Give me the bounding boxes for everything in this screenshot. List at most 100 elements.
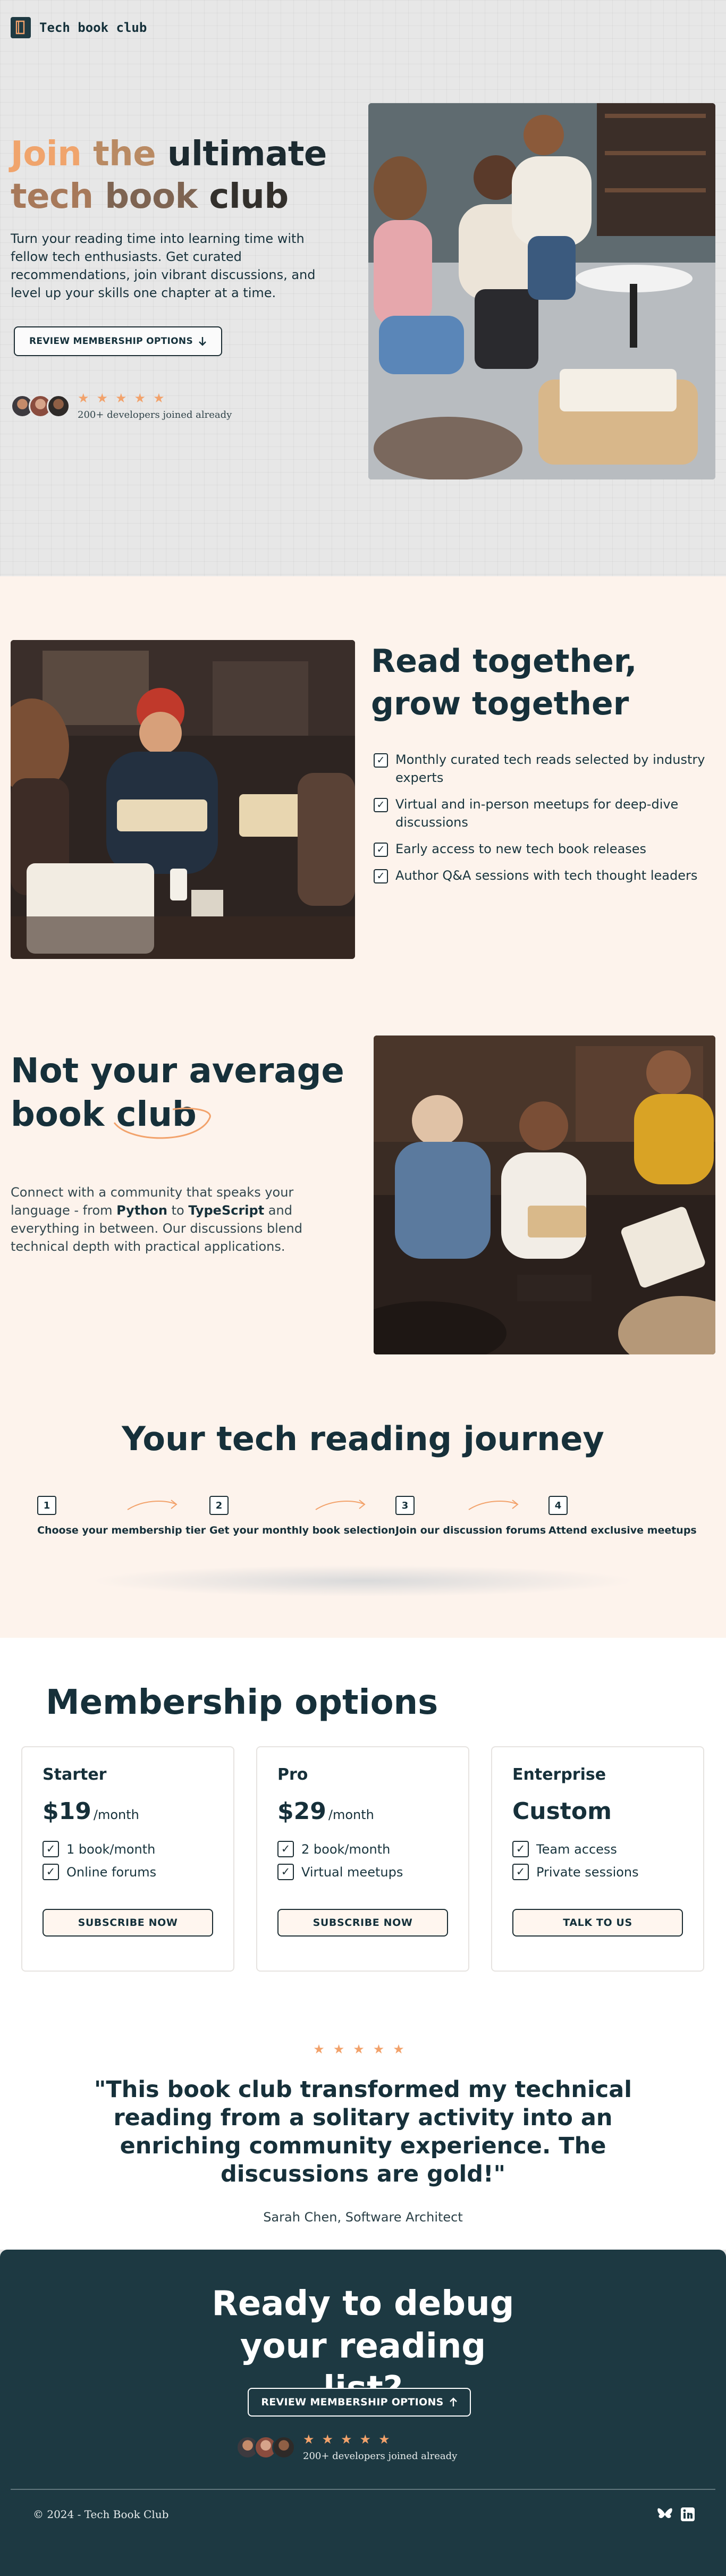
book-club-photo	[11, 640, 355, 959]
hero-photo	[368, 103, 715, 479]
python-label: Python	[116, 1203, 167, 1218]
hero-title-word: tech	[11, 177, 94, 216]
hero-subtitle: Turn your reading time into learning tim…	[11, 231, 316, 300]
arrow-up-icon	[449, 2397, 457, 2406]
check-icon: ✓	[43, 1841, 59, 1857]
typescript-label: TypeScript	[188, 1203, 265, 1218]
avatar-group	[11, 394, 70, 418]
talk-to-us-button[interactable]: TALK TO US	[512, 1909, 683, 1937]
hero-title: Join the ultimate tech book club	[11, 133, 351, 218]
subscribe-pro-button[interactable]: SUBSCRIBE NOW	[277, 1909, 448, 1937]
arrow-down-icon	[199, 337, 206, 346]
rating-stars: ★★★★★	[303, 2432, 398, 2447]
avatar-group	[236, 2435, 296, 2459]
review-membership-button[interactable]: REVIEW MEMBERSHIP OPTIONS	[14, 326, 222, 356]
step-number: 2	[209, 1496, 229, 1515]
review-membership-label: REVIEW MEMBERSHIP OPTIONS	[261, 2396, 444, 2408]
list-item-text: Author Q&A sessions with tech thought le…	[395, 868, 698, 883]
social-links	[657, 2507, 695, 2522]
plan-features: ✓ 2 book/month ✓ Virtual meetups	[277, 1841, 448, 1880]
review-membership-button-footer[interactable]: REVIEW MEMBERSHIP OPTIONS	[248, 2388, 471, 2417]
step-number: 3	[395, 1496, 415, 1515]
plan-features: ✓ 1 book/month ✓ Online forums	[43, 1841, 213, 1880]
list-item-text: Early access to new tech book releases	[395, 841, 647, 856]
plan-card-pro: Pro $29/month ✓ 2 book/month ✓ Virtual mee…	[256, 1746, 469, 1972]
plan-price: $29/month	[277, 1798, 374, 1825]
plan-name: Enterprise	[512, 1765, 606, 1784]
plan-name: Starter	[43, 1765, 107, 1784]
testimonial-quote: "This book club transformed my technical…	[94, 2076, 632, 2187]
community-text: Connect with a community that speaks you…	[11, 1185, 302, 1254]
membership-section: Membership options Starter $19/month ✓ 1 …	[0, 1638, 726, 2250]
review-membership-label: REVIEW MEMBERSHIP OPTIONS	[29, 336, 193, 347]
bluesky-icon[interactable]	[657, 2507, 673, 2522]
avatar	[47, 394, 70, 418]
curved-arrow-icon	[468, 1500, 519, 1510]
membership-title: Membership options	[46, 1683, 438, 1722]
list-item: ✓ Virtual and in-person meetups for deep-…	[374, 795, 708, 831]
check-icon: ✓	[374, 798, 388, 812]
plan-features: ✓ Team access ✓ Private sessions	[512, 1841, 683, 1880]
list-item: ✓ Private sessions	[512, 1864, 683, 1880]
curved-arrow-icon	[315, 1500, 366, 1510]
step-label: Get your monthly book selection	[209, 1525, 395, 1536]
journey-title: Your tech reading journey	[122, 1419, 604, 1458]
not-average-title: Not your average book club	[11, 1049, 351, 1139]
list-item: ✓ Author Q&A sessions with tech thought l…	[374, 866, 708, 885]
club-word: club	[113, 1093, 211, 1139]
step-number: 4	[548, 1496, 568, 1515]
hero-title-word: book	[105, 177, 198, 216]
joined-text: 200+ developers joined already	[78, 409, 232, 420]
check-icon: ✓	[277, 1864, 294, 1880]
social-proof-footer: ★★★★★ 200+ developers joined already	[236, 2432, 457, 2462]
features-title: Read together, grow together	[371, 643, 637, 722]
list-item: ✓ Online forums	[43, 1864, 213, 1880]
avatar	[272, 2435, 296, 2459]
journey-step: 4 Attend exclusive meetups	[548, 1496, 697, 1536]
step-label: Attend exclusive meetups	[548, 1525, 697, 1536]
testimonial: ★★★★★ "This book club transformed my tec…	[0, 2042, 726, 2225]
step-label: Join our discussion forums	[395, 1525, 546, 1536]
list-item: ✓ 2 book/month	[277, 1841, 448, 1857]
cta-section: Ready to debug your reading list? REVIEW…	[0, 2250, 726, 2576]
plan-price: $19/month	[43, 1798, 139, 1825]
subscribe-starter-button[interactable]: SUBSCRIBE NOW	[43, 1909, 213, 1937]
list-item-text: Monthly curated tech reads selected by i…	[395, 752, 705, 785]
hero-section: Tech book club Join the ultimate tech bo…	[0, 0, 726, 576]
step-label: Choose your membership tier	[37, 1525, 206, 1536]
list-item: ✓ Virtual meetups	[277, 1864, 448, 1880]
social-proof: ★★★★★ 200+ developers joined already	[11, 391, 232, 420]
community-photo	[374, 1036, 715, 1354]
decorative-shadow	[90, 1565, 636, 1597]
linkedin-icon[interactable]	[680, 2507, 695, 2522]
list-item: ✓ Team access	[512, 1841, 683, 1857]
hero-title-word: the	[93, 134, 156, 174]
plan-card-starter: Starter $19/month ✓ 1 book/month ✓ Online …	[21, 1746, 234, 1972]
check-icon: ✓	[374, 753, 388, 768]
hero-title-word: club	[209, 177, 289, 216]
list-item: ✓ Monthly curated tech reads selected by …	[374, 751, 708, 787]
logo-text[interactable]: Tech book club	[39, 20, 147, 35]
underline-scribble-icon	[113, 1107, 211, 1139]
hero-title-word: ultimate	[167, 134, 327, 174]
list-item: ✓ Early access to new tech book releases	[374, 840, 708, 858]
step-number: 1	[37, 1496, 56, 1515]
plan-name: Pro	[277, 1765, 308, 1784]
features-list: ✓ Monthly curated tech reads selected by …	[374, 751, 708, 893]
check-icon: ✓	[277, 1841, 294, 1857]
testimonial-author: Sarah Chen, Software Architect	[263, 2210, 463, 2225]
features-section: Read together, grow together ✓ Monthly cu…	[0, 576, 726, 1638]
book-icon[interactable]	[11, 17, 31, 38]
joined-text: 200+ developers joined already	[303, 2451, 458, 2462]
journey-step: 1 Choose your membership tier	[37, 1496, 206, 1536]
check-icon: ✓	[512, 1841, 529, 1857]
check-icon: ✓	[512, 1864, 529, 1880]
site-header: Tech book club	[11, 17, 147, 38]
copyright-text: © 2024 - Tech Book Club	[33, 2508, 169, 2521]
journey-steps: 1 Choose your membership tier 2 Get your…	[0, 1496, 726, 1544]
check-icon: ✓	[374, 869, 388, 883]
plan-card-enterprise: Enterprise Custom ✓ Team access ✓ Private …	[491, 1746, 704, 1972]
footer-divider	[11, 2489, 715, 2490]
check-icon: ✓	[43, 1864, 59, 1880]
list-item: ✓ 1 book/month	[43, 1841, 213, 1857]
